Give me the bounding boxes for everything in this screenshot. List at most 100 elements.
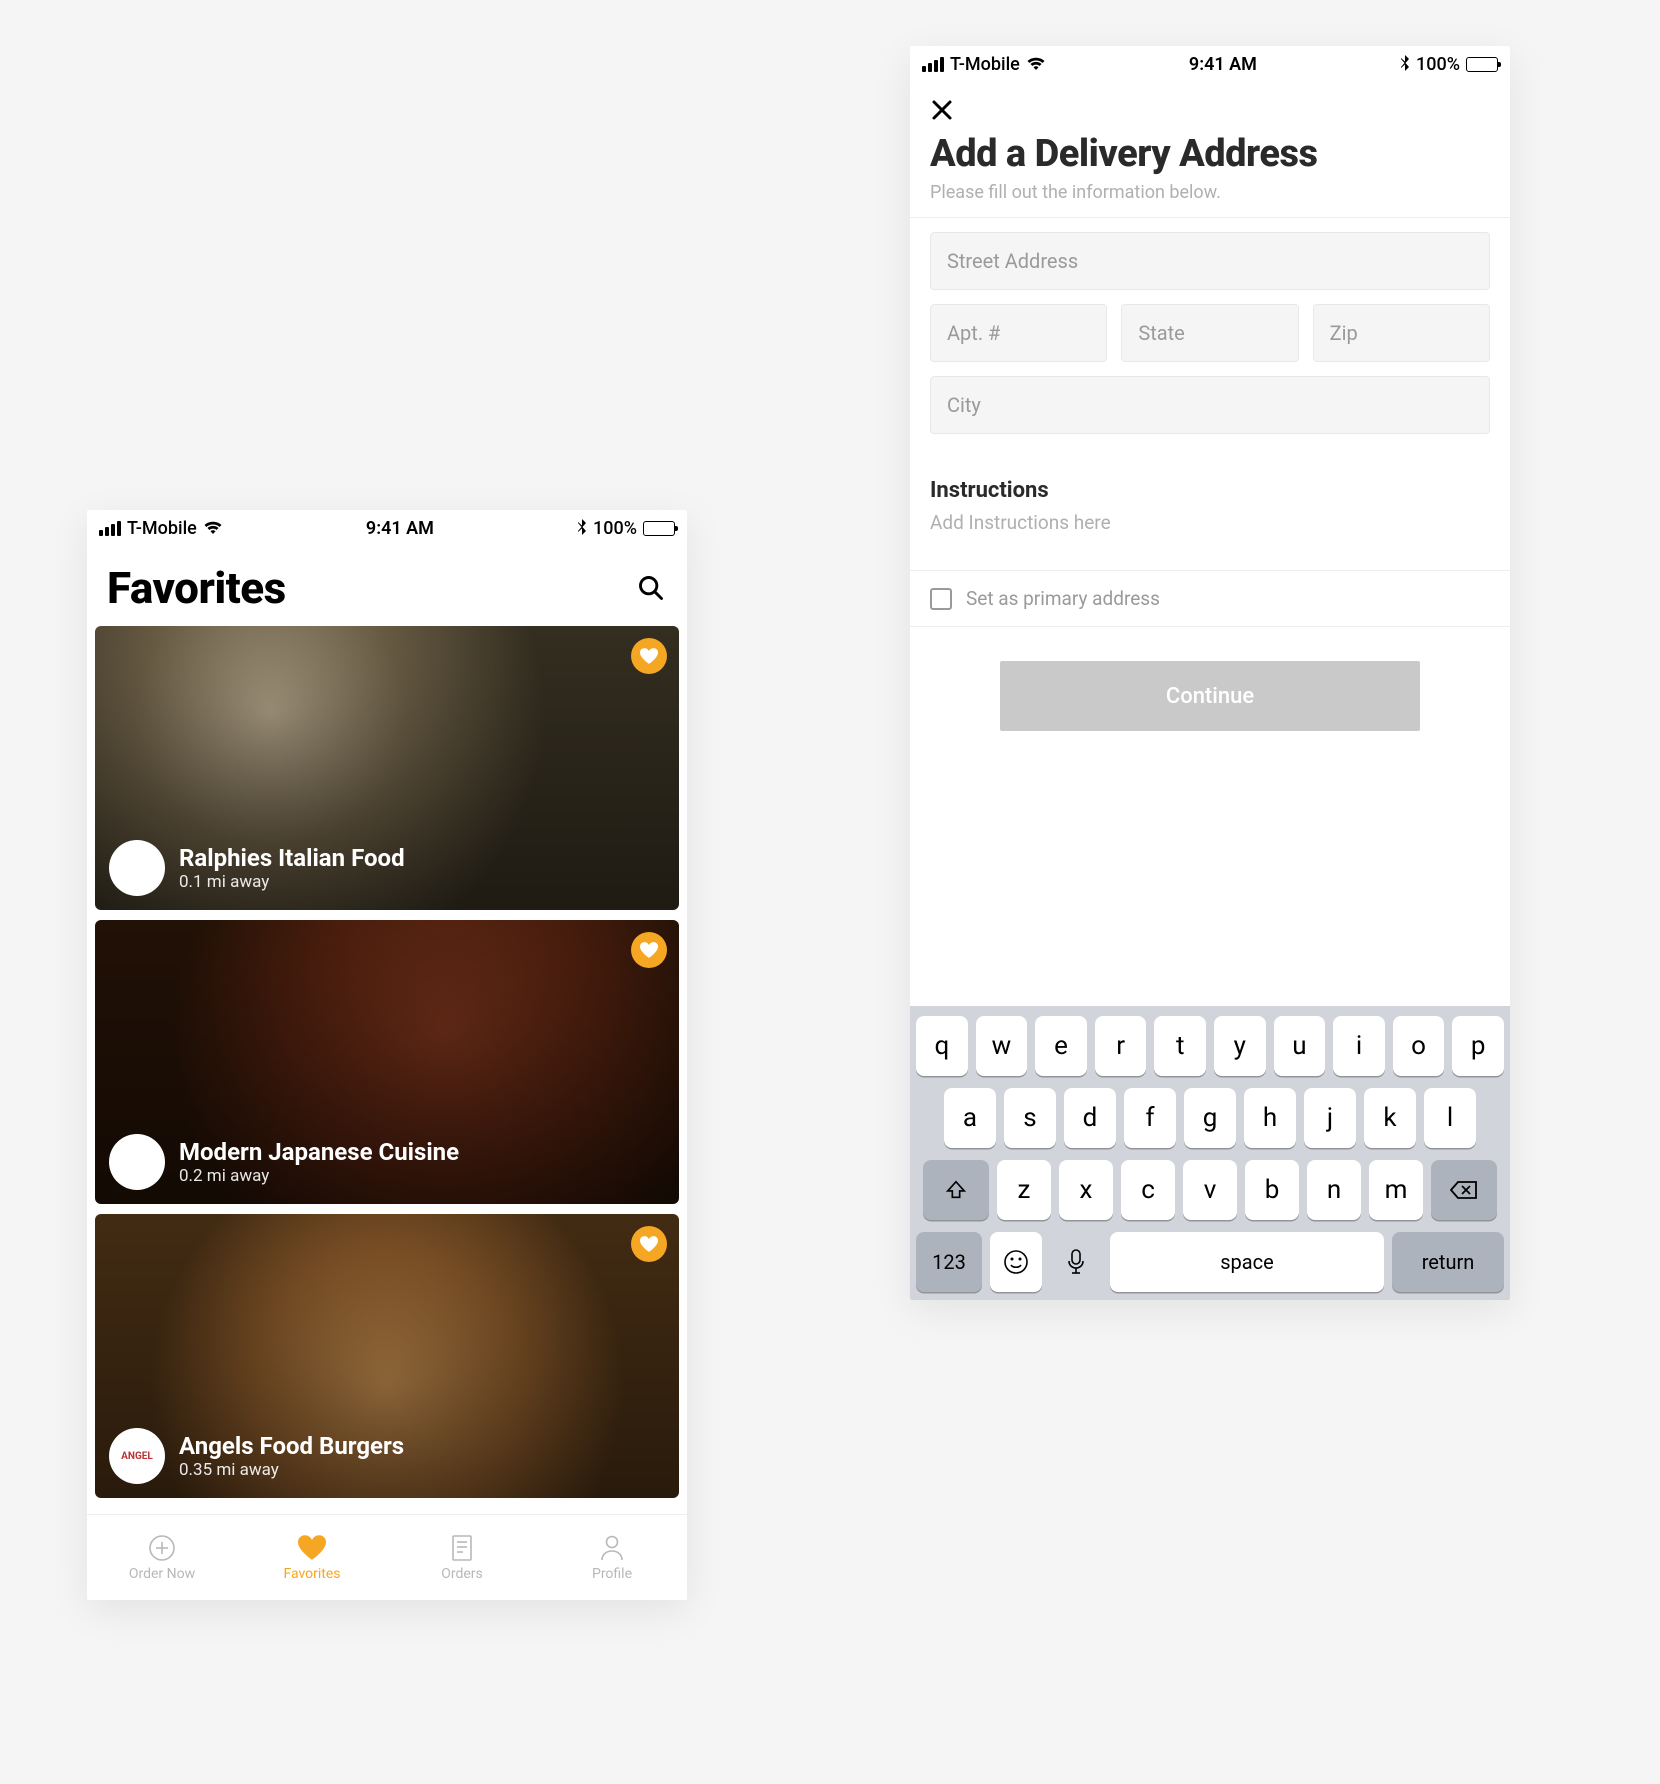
ios-keyboard: q w e r t y u i o p a s d f g h j k l z <box>910 1006 1510 1300</box>
person-icon <box>598 1534 626 1562</box>
key-z[interactable]: z <box>997 1160 1051 1220</box>
backspace-key[interactable] <box>1431 1160 1497 1220</box>
favorite-toggle[interactable] <box>631 638 667 674</box>
tab-bar: Order Now Favorites Orders Profile <box>87 1514 687 1600</box>
key-b[interactable]: b <box>1245 1160 1299 1220</box>
restaurant-logo: ANGEL <box>109 1428 165 1484</box>
search-icon <box>637 574 665 602</box>
key-row-bottom: 123 space return <box>916 1232 1504 1292</box>
bluetooth-icon <box>577 519 587 537</box>
heart-icon <box>298 1534 326 1562</box>
wifi-icon <box>203 521 223 536</box>
restaurant-distance: 0.1 mi away <box>179 872 405 892</box>
tab-profile[interactable]: Profile <box>537 1515 687 1600</box>
primary-label: Set as primary address <box>966 587 1160 610</box>
restaurant-name: Angels Food Burgers <box>179 1432 404 1460</box>
key-r[interactable]: r <box>1095 1016 1147 1076</box>
restaurant-logo <box>109 1134 165 1190</box>
bluetooth-icon <box>1400 55 1410 73</box>
favorite-toggle[interactable] <box>631 1226 667 1262</box>
close-icon <box>930 98 954 122</box>
key-d[interactable]: d <box>1064 1088 1116 1148</box>
search-button[interactable] <box>635 572 667 604</box>
restaurant-name: Modern Japanese Cuisine <box>179 1138 459 1166</box>
tab-orders[interactable]: Orders <box>387 1515 537 1600</box>
add-address-screen: T-Mobile 9:41 AM 100% Add a Delivery Add… <box>910 46 1510 1300</box>
street-placeholder: Street Address <box>947 249 1078 273</box>
favorites-screen: T-Mobile 9:41 AM 100% Favorites <box>87 510 687 1600</box>
apt-field[interactable]: Apt. # <box>930 304 1107 362</box>
key-row-1: q w e r t y u i o p <box>916 1016 1504 1076</box>
carrier-label: T-Mobile <box>127 518 197 539</box>
instructions-placeholder: Add Instructions here <box>930 511 1111 534</box>
key-k[interactable]: k <box>1364 1088 1416 1148</box>
restaurant-card[interactable]: Ralphies Italian Food 0.1 mi away <box>95 626 679 910</box>
key-g[interactable]: g <box>1184 1088 1236 1148</box>
space-key[interactable]: space <box>1110 1232 1384 1292</box>
close-button[interactable] <box>930 98 1490 122</box>
modal-title: Add a Delivery Address <box>930 132 1490 176</box>
instructions-label: Instructions <box>910 462 1510 511</box>
emoji-key[interactable] <box>990 1232 1042 1292</box>
state-field[interactable]: State <box>1121 304 1298 362</box>
restaurant-card[interactable]: ANGEL Angels Food Burgers 0.35 mi away <box>95 1214 679 1498</box>
tab-favorites[interactable]: Favorites <box>237 1515 387 1600</box>
battery-pct-label: 100% <box>1416 54 1460 75</box>
key-j[interactable]: j <box>1304 1088 1356 1148</box>
key-row-2: a s d f g h j k l <box>916 1088 1504 1148</box>
primary-address-row[interactable]: Set as primary address <box>910 570 1510 627</box>
city-field[interactable]: City <box>930 376 1490 434</box>
return-key[interactable]: return <box>1392 1232 1504 1292</box>
key-f[interactable]: f <box>1124 1088 1176 1148</box>
signal-icon <box>99 521 121 536</box>
status-bar: T-Mobile 9:41 AM 100% <box>87 510 687 546</box>
dictation-key[interactable] <box>1050 1232 1102 1292</box>
primary-checkbox[interactable] <box>930 588 952 610</box>
key-q[interactable]: q <box>916 1016 968 1076</box>
favorite-toggle[interactable] <box>631 932 667 968</box>
restaurant-card[interactable]: Modern Japanese Cuisine 0.2 mi away <box>95 920 679 1204</box>
key-y[interactable]: y <box>1214 1016 1266 1076</box>
key-e[interactable]: e <box>1035 1016 1087 1076</box>
restaurant-distance: 0.2 mi away <box>179 1166 459 1186</box>
key-v[interactable]: v <box>1183 1160 1237 1220</box>
key-h[interactable]: h <box>1244 1088 1296 1148</box>
tab-order-now[interactable]: Order Now <box>87 1515 237 1600</box>
wifi-icon <box>1026 57 1046 72</box>
modal-subtitle: Please fill out the information below. <box>930 182 1490 203</box>
key-l[interactable]: l <box>1424 1088 1476 1148</box>
key-i[interactable]: i <box>1333 1016 1385 1076</box>
key-s[interactable]: s <box>1004 1088 1056 1148</box>
instructions-field[interactable]: Add Instructions here <box>910 511 1510 570</box>
tab-label: Profile <box>592 1566 632 1582</box>
key-n[interactable]: n <box>1307 1160 1361 1220</box>
shift-key[interactable] <box>923 1160 989 1220</box>
heart-icon <box>640 942 658 958</box>
page-title: Favorites <box>107 562 286 614</box>
key-c[interactable]: c <box>1121 1160 1175 1220</box>
numbers-key[interactable]: 123 <box>916 1232 982 1292</box>
backspace-icon <box>1450 1180 1478 1200</box>
continue-label: Continue <box>1166 684 1254 709</box>
key-a[interactable]: a <box>944 1088 996 1148</box>
city-placeholder: City <box>947 393 981 417</box>
key-u[interactable]: u <box>1274 1016 1326 1076</box>
key-o[interactable]: o <box>1393 1016 1445 1076</box>
state-placeholder: State <box>1138 321 1184 345</box>
key-x[interactable]: x <box>1059 1160 1113 1220</box>
emoji-icon <box>1003 1249 1029 1275</box>
key-t[interactable]: t <box>1154 1016 1206 1076</box>
street-field[interactable]: Street Address <box>930 232 1490 290</box>
key-m[interactable]: m <box>1369 1160 1423 1220</box>
key-w[interactable]: w <box>976 1016 1028 1076</box>
key-row-3: z x c v b n m <box>916 1160 1504 1220</box>
restaurant-logo <box>109 840 165 896</box>
zip-field[interactable]: Zip <box>1313 304 1490 362</box>
favorites-header: Favorites <box>87 546 687 626</box>
restaurant-name: Ralphies Italian Food <box>179 844 405 872</box>
key-p[interactable]: p <box>1452 1016 1504 1076</box>
mic-icon <box>1067 1249 1085 1275</box>
shift-icon <box>945 1179 967 1201</box>
apt-placeholder: Apt. # <box>947 321 1000 345</box>
continue-button[interactable]: Continue <box>1000 661 1420 731</box>
